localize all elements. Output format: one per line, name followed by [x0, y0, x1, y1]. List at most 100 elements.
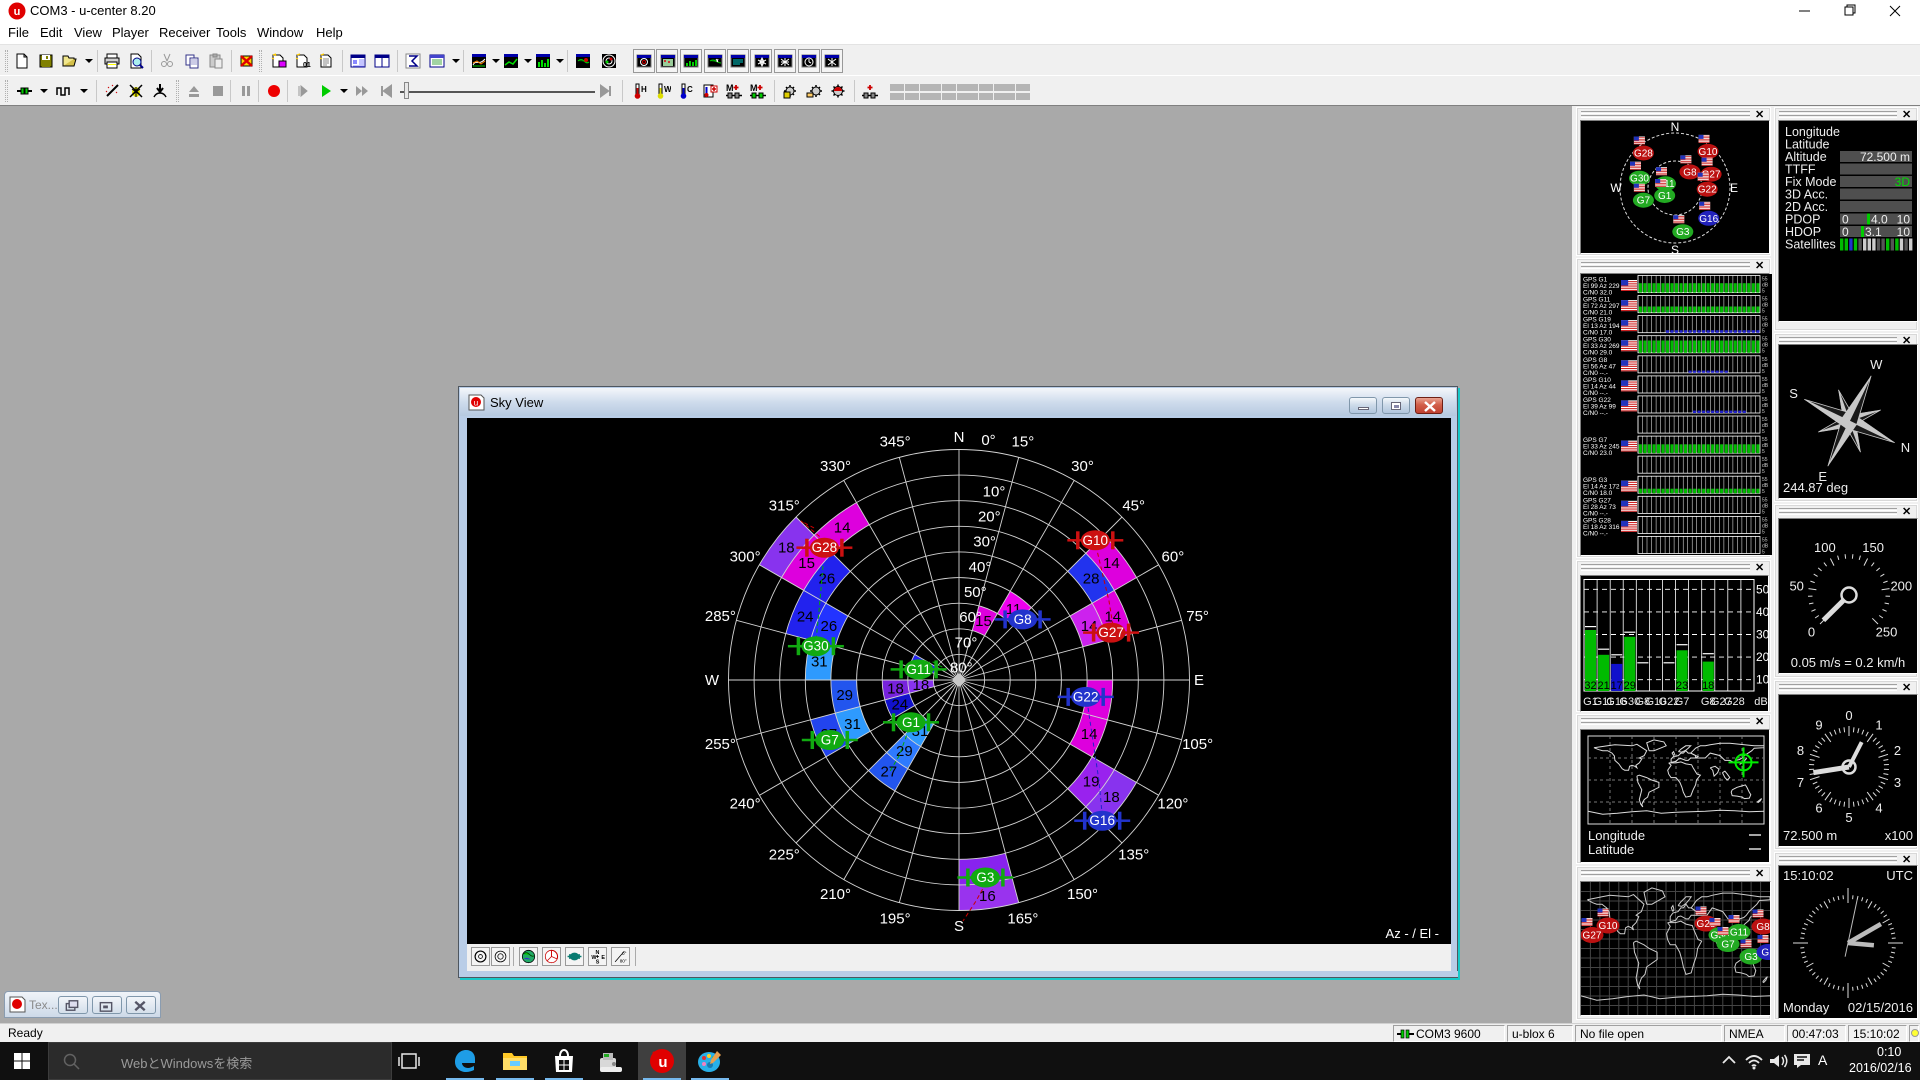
- svg-text:G8: G8: [1756, 922, 1770, 933]
- svg-text:5: 5: [1762, 369, 1765, 375]
- svg-text:Latitude: Latitude: [1588, 842, 1634, 857]
- svg-text:C/N0 21.0: C/N0 21.0: [1583, 310, 1613, 317]
- svg-text:M: M: [726, 83, 734, 93]
- svg-text:5: 5: [1762, 429, 1765, 435]
- svg-text:40°: 40°: [969, 559, 992, 576]
- svg-text:150°: 150°: [1067, 886, 1098, 903]
- svg-text:G7: G7: [1675, 696, 1690, 708]
- svg-text:5: 5: [1762, 389, 1765, 395]
- svg-text:UTC: UTC: [1886, 868, 1913, 883]
- svg-text:6: 6: [1815, 800, 1822, 815]
- svg-text:C/N0 23.0: C/N0 23.0: [1583, 450, 1613, 457]
- svg-text:29: 29: [836, 687, 853, 704]
- svg-text:0.05 m/s = 0.2 km/h: 0.05 m/s = 0.2 km/h: [1791, 655, 1906, 670]
- svg-text:C/N0 --.-: C/N0 --.-: [1583, 510, 1608, 517]
- svg-text:G28: G28: [1724, 696, 1745, 708]
- svg-text:0: 0: [1808, 625, 1815, 640]
- svg-text:300°: 300°: [730, 549, 761, 566]
- svg-text:C/N0 29.0: C/N0 29.0: [1583, 350, 1613, 357]
- svg-text:18: 18: [1103, 789, 1120, 806]
- svg-text:G27: G27: [1098, 625, 1124, 640]
- svg-text:330°: 330°: [820, 458, 851, 475]
- svg-text:60°: 60°: [959, 609, 982, 626]
- svg-text:E: E: [1730, 181, 1738, 195]
- svg-text:G1: G1: [1658, 191, 1672, 202]
- svg-text:5: 5: [1762, 409, 1765, 415]
- svg-text:1: 1: [1875, 718, 1882, 733]
- svg-text:30: 30: [1756, 628, 1768, 642]
- svg-text:C/N0 --.-: C/N0 --.-: [1583, 410, 1608, 417]
- svg-text:240°: 240°: [730, 796, 761, 813]
- svg-text:Az - / El -: Az - / El -: [1386, 926, 1439, 941]
- svg-text:8: 8: [1797, 743, 1804, 758]
- svg-text:G1: G1: [1761, 948, 1770, 959]
- svg-text:50: 50: [1789, 579, 1803, 594]
- svg-text:5: 5: [1762, 529, 1765, 535]
- svg-text:14: 14: [1081, 726, 1098, 743]
- svg-text:0°: 0°: [622, 951, 627, 956]
- svg-text:18: 18: [887, 680, 904, 697]
- svg-text:250: 250: [1876, 625, 1898, 640]
- svg-text:G3: G3: [976, 870, 994, 885]
- svg-text:50°: 50°: [964, 584, 987, 601]
- svg-text:W: W: [664, 85, 671, 94]
- svg-text:G7: G7: [821, 733, 839, 748]
- svg-text:x100: x100: [1885, 828, 1913, 843]
- svg-text:G11: G11: [906, 662, 931, 677]
- svg-text:5: 5: [1762, 469, 1765, 475]
- svg-text:14: 14: [834, 520, 851, 537]
- svg-text:G28: G28: [812, 540, 838, 555]
- svg-text:45°: 45°: [1122, 497, 1145, 514]
- svg-text:24: 24: [891, 697, 908, 714]
- svg-text:0°: 0°: [981, 432, 995, 449]
- svg-text:S: S: [1789, 386, 1798, 401]
- svg-text:15: 15: [798, 555, 815, 572]
- svg-text:26: 26: [819, 571, 836, 588]
- svg-text:50: 50: [1756, 582, 1768, 596]
- svg-text:244.87 deg: 244.87 deg: [1783, 480, 1848, 495]
- svg-text:200: 200: [1890, 579, 1912, 594]
- svg-text:G8: G8: [1683, 167, 1697, 178]
- svg-text:C/N0 32.0: C/N0 32.0: [1583, 290, 1613, 297]
- svg-text:30°: 30°: [1071, 458, 1094, 475]
- svg-text:5: 5: [1762, 329, 1765, 335]
- svg-text:20: 20: [1756, 650, 1768, 664]
- svg-text:G22: G22: [1073, 689, 1099, 704]
- svg-text:N: N: [954, 429, 965, 446]
- svg-text:4: 4: [1875, 800, 1882, 815]
- svg-text:150: 150: [1862, 540, 1884, 555]
- svg-text:W: W: [1610, 181, 1622, 195]
- svg-text:70°: 70°: [955, 634, 978, 651]
- svg-text:S: S: [1671, 243, 1679, 253]
- svg-text:5: 5: [1845, 810, 1852, 825]
- svg-text:G3: G3: [1676, 227, 1690, 238]
- svg-text:165°: 165°: [1007, 911, 1038, 928]
- svg-text:G10: G10: [1699, 147, 1718, 158]
- svg-text:u: u: [14, 6, 21, 18]
- svg-text:G28: G28: [1634, 149, 1653, 160]
- svg-text:G8: G8: [1014, 612, 1032, 627]
- svg-text:23: 23: [1676, 680, 1688, 692]
- svg-text:02/15/2016: 02/15/2016: [1848, 1000, 1913, 1015]
- svg-text:19: 19: [1083, 773, 1100, 790]
- svg-text:120°: 120°: [1157, 796, 1188, 813]
- svg-text:7: 7: [1797, 775, 1804, 790]
- svg-text:C/N0 --.-: C/N0 --.-: [1583, 530, 1608, 537]
- svg-text:W: W: [705, 672, 720, 689]
- svg-text:5: 5: [1762, 509, 1765, 515]
- svg-text:H: H: [641, 85, 647, 94]
- svg-text:28: 28: [1083, 571, 1100, 588]
- svg-text:345°: 345°: [880, 433, 911, 450]
- svg-text:3: 3: [1894, 775, 1901, 790]
- svg-text:5: 5: [1762, 449, 1765, 455]
- svg-text:80°: 80°: [950, 660, 973, 677]
- svg-text:u: u: [474, 399, 478, 408]
- svg-text:G3: G3: [1744, 952, 1758, 963]
- svg-text:14: 14: [1103, 555, 1120, 572]
- svg-text:210°: 210°: [820, 886, 851, 903]
- svg-text:60°: 60°: [1162, 549, 1185, 566]
- svg-text:Satellites: Satellites: [1785, 238, 1836, 252]
- svg-text:15:10:02: 15:10:02: [1783, 868, 1834, 883]
- svg-text:195°: 195°: [880, 911, 911, 928]
- svg-text:21: 21: [1597, 680, 1609, 692]
